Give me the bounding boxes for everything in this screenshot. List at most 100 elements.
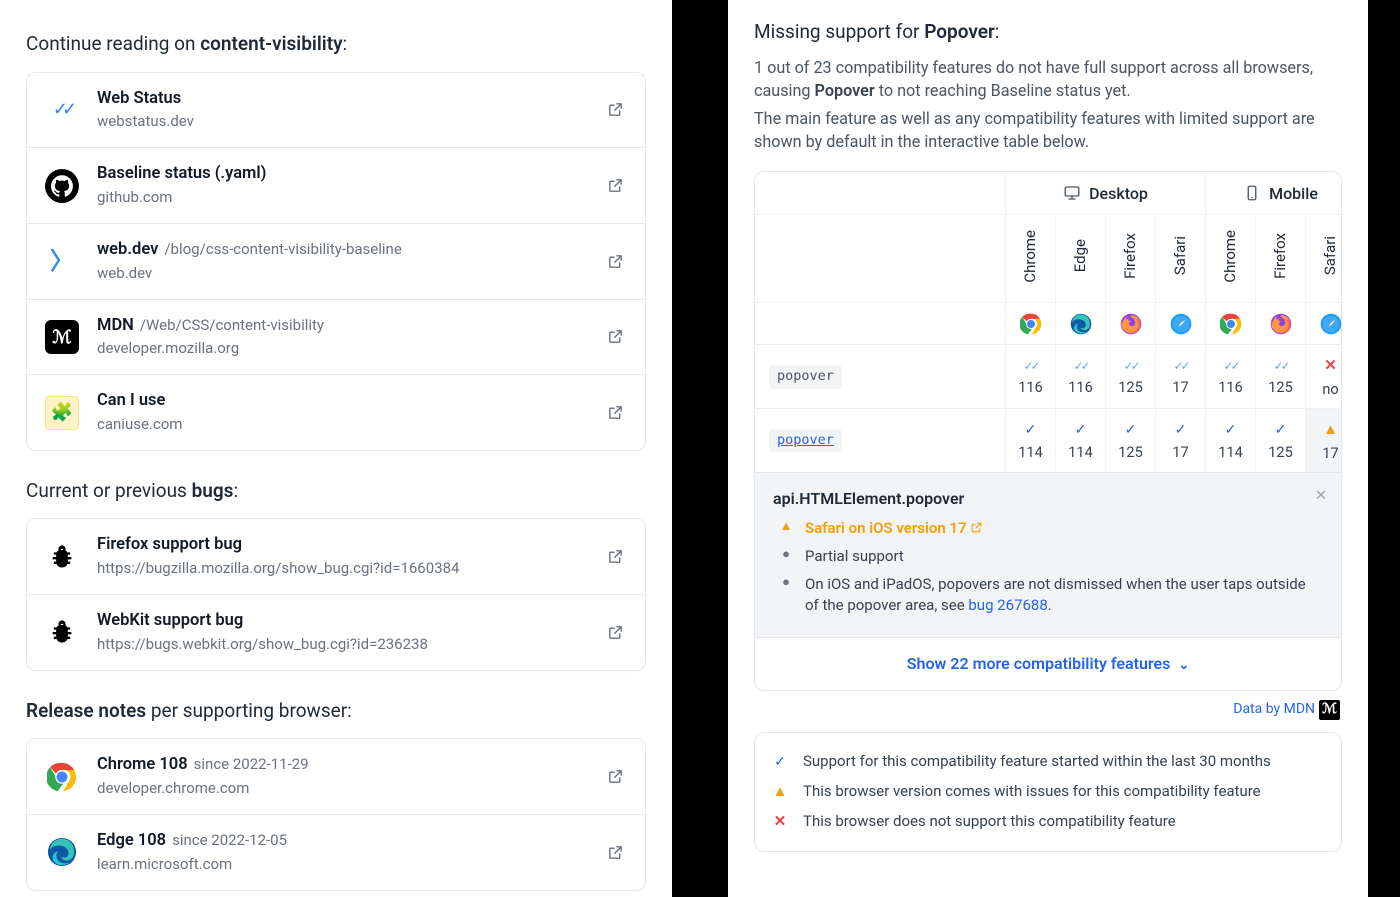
bug-icon <box>45 615 79 649</box>
link-card[interactable]: Firefox support bug https://bugzilla.mozi… <box>27 519 645 594</box>
support-cell[interactable]: ✓114 <box>1055 408 1105 472</box>
support-cell[interactable]: ✓125 <box>1255 408 1305 472</box>
desktop-group-header: Desktop <box>1005 172 1205 214</box>
link-card[interactable]: WebKit support bug https://bugs.webkit.or… <box>27 594 645 670</box>
feature-label[interactable]: popover <box>755 408 1005 472</box>
firefox-icon <box>1105 302 1155 344</box>
bugs-heading: Current or previous bugs: <box>26 477 646 505</box>
support-cell[interactable]: ✓✓17 <box>1155 344 1205 408</box>
link-card[interactable]: Baseline status (.yaml)github.com <box>27 147 645 223</box>
releases-heading: Release notes per supporting browser: <box>26 697 646 725</box>
card-title: Can I use <box>97 391 165 410</box>
external-link-icon <box>607 548 627 565</box>
mdn-icon: ℳ <box>1319 700 1340 720</box>
edge-icon <box>1055 302 1105 344</box>
legend: ✓ Support for this compatibility feature … <box>754 732 1342 851</box>
card-subtitle: github.com <box>97 187 607 209</box>
card-subtitle: learn.microsoft.com <box>97 854 607 876</box>
safari-icon <box>1155 302 1205 344</box>
card-subtitle: https://bugs.webkit.org/show_bug.cgi?id=… <box>97 634 607 656</box>
warning-icon: ▲ <box>771 781 789 803</box>
partial-support-label: Partial support <box>805 546 904 568</box>
browser-header-firefox: Firefox <box>1105 214 1155 302</box>
support-cell[interactable]: ✕no <box>1305 344 1342 408</box>
chrome-icon <box>1205 302 1255 344</box>
double-check-icon: ✓✓ <box>1023 358 1037 375</box>
feature-label: popover <box>755 344 1005 408</box>
close-icon[interactable]: ✕ <box>1315 485 1327 506</box>
check-icon: ✓ <box>1125 420 1137 440</box>
support-cell[interactable]: ✓✓125 <box>1255 344 1305 408</box>
card-subtitle: developer.chrome.com <box>97 778 607 800</box>
link-card[interactable]: ✓✓Web Statuswebstatus.dev <box>27 73 645 148</box>
x-icon: ✕ <box>771 811 789 833</box>
check-icon: ✓ <box>1175 420 1187 440</box>
support-cell[interactable]: ▲17 <box>1305 408 1342 472</box>
browser-header-safari: Safari <box>1155 214 1205 302</box>
link-card[interactable]: 〉 web.dev/blog/css-content-visibility-bas… <box>27 223 645 299</box>
card-title: Chrome 108since 2022-11-29 <box>97 755 309 774</box>
check-icon: ✓ <box>1275 420 1287 440</box>
card-subtitle: https://bugzilla.mozilla.org/show_bug.cg… <box>97 558 607 580</box>
support-cell[interactable]: ✓114 <box>1005 408 1055 472</box>
support-cell[interactable]: ✓✓116 <box>1005 344 1055 408</box>
legend-row: ✕ This browser does not support this comp… <box>771 811 1325 833</box>
bullet-icon: ● <box>779 546 793 565</box>
warning-icon: ▲ <box>779 518 793 537</box>
webstatus-icon: ✓✓ <box>45 93 79 127</box>
legend-text: Support for this compatibility feature s… <box>803 751 1271 773</box>
browser-header-chrome: Chrome <box>1005 214 1055 302</box>
bug-icon <box>45 540 79 574</box>
mobile-icon <box>1243 184 1261 202</box>
show-more-button[interactable]: Show 22 more compatibility features ⌄ <box>755 637 1341 690</box>
card-title: WebKit support bug <box>97 611 243 630</box>
x-icon: ✕ <box>1324 355 1337 377</box>
link-card[interactable]: 🧩 Can I use caniuse.com <box>27 374 645 450</box>
compat-table: DesktopMobileChromeEdgeFirefoxSafariChro… <box>754 171 1342 691</box>
bug-link[interactable]: bug 267688 <box>968 596 1047 614</box>
webdev-icon: 〉 <box>45 244 79 278</box>
external-link-icon <box>607 328 627 345</box>
card-title: Edge 108since 2022-12-05 <box>97 831 287 850</box>
legend-text: This browser does not support this compa… <box>803 811 1176 833</box>
support-cell[interactable]: ✓17 <box>1155 408 1205 472</box>
support-cell[interactable]: ✓114 <box>1205 408 1255 472</box>
card-title: web.dev/blog/css-content-visibility-base… <box>97 240 402 259</box>
check-icon: ✓ <box>1075 420 1087 440</box>
double-check-icon: ✓✓ <box>1273 358 1287 375</box>
mdn-icon: ℳ <box>45 320 79 354</box>
chrome-icon <box>45 760 79 794</box>
support-cell[interactable]: ✓✓116 <box>1055 344 1105 408</box>
link-card[interactable]: Chrome 108since 2022-11-29 developer.chro… <box>27 739 645 814</box>
link-card[interactable]: Edge 108since 2022-12-05 learn.microsoft.… <box>27 814 645 890</box>
firefox-icon <box>1255 302 1305 344</box>
link-card[interactable]: ℳMDN/Web/CSS/content-visibilitydeveloper… <box>27 299 645 375</box>
browser-header-firefox: Firefox <box>1255 214 1305 302</box>
browser-header-edge: Edge <box>1055 214 1105 302</box>
check-icon: ✓ <box>771 752 789 772</box>
legend-text: This browser version comes with issues f… <box>803 781 1261 803</box>
card-title: Firefox support bug <box>97 535 242 554</box>
card-path: /blog/css-content-visibility-baseline <box>164 240 401 258</box>
card-path: since 2022-12-05 <box>172 831 287 849</box>
caniuse-icon: 🧩 <box>45 396 79 430</box>
legend-row: ▲ This browser version comes with issues … <box>771 781 1325 803</box>
browser-header-safari: Safari <box>1305 214 1342 302</box>
support-cell[interactable]: ✓125 <box>1105 408 1155 472</box>
safari-ios-link[interactable]: Safari on iOS version 17 <box>805 518 983 540</box>
support-cell[interactable]: ✓✓125 <box>1105 344 1155 408</box>
browser-header-chrome: Chrome <box>1205 214 1255 302</box>
compat-detail-title: api.HTMLElement.popover <box>773 489 964 508</box>
check-icon: ✓ <box>1025 420 1037 440</box>
card-path: /Web/CSS/content-visibility <box>140 316 324 334</box>
card-path: since 2022-11-29 <box>194 755 309 773</box>
external-link-icon <box>607 177 627 194</box>
github-icon <box>45 169 79 203</box>
support-cell[interactable]: ✓✓116 <box>1205 344 1255 408</box>
card-title: Web Status <box>97 89 181 108</box>
double-check-icon: ✓✓ <box>1173 358 1187 375</box>
safari-icon <box>1305 302 1342 344</box>
card-subtitle: caniuse.com <box>97 414 607 436</box>
data-by-mdn-link[interactable]: Data by MDNℳ <box>754 699 1340 720</box>
desktop-icon <box>1063 184 1081 202</box>
